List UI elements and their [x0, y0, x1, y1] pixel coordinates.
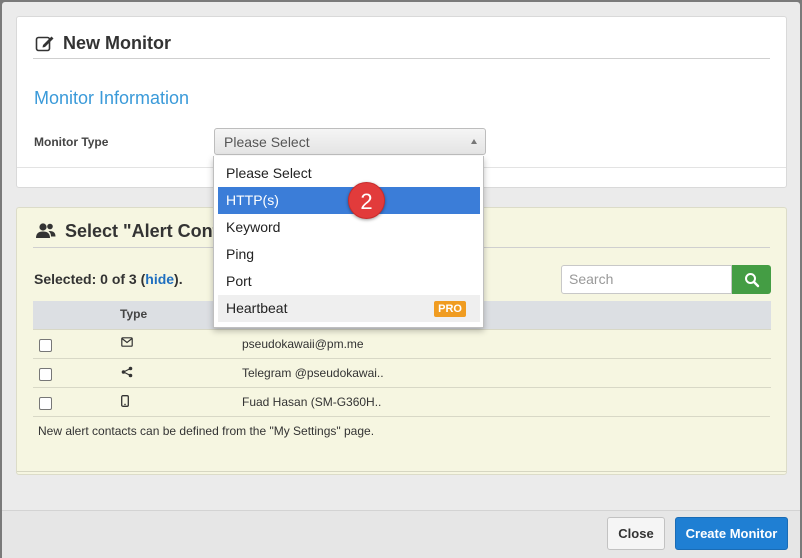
- monitor-type-label: Monitor Type: [34, 135, 109, 149]
- row-checkbox[interactable]: [39, 368, 52, 381]
- search-icon: [744, 272, 759, 287]
- pro-badge: PRO: [434, 301, 466, 317]
- table-bottom-divider: [33, 416, 770, 417]
- table-row[interactable]: Fuad Hasan (SM-G360H..: [33, 387, 771, 416]
- alerts-header: Select "Alert Cont: [35, 217, 219, 245]
- step-marker: 2: [348, 182, 385, 219]
- share-icon: [121, 366, 133, 378]
- monitor-type-dropdown[interactable]: Please Select HTTP(s) Keyword Ping Port …: [213, 156, 484, 328]
- edit-icon: [35, 36, 54, 52]
- contact-name: Fuad Hasan (SM-G360H..: [242, 395, 382, 409]
- option-heartbeat[interactable]: Heartbeat PRO: [218, 295, 480, 322]
- table-row[interactable]: Telegram @pseudokawai..: [33, 358, 771, 387]
- mobile-icon: [121, 395, 129, 407]
- option-port[interactable]: Port: [218, 268, 480, 295]
- row-checkbox[interactable]: [39, 397, 52, 410]
- search-button[interactable]: [732, 265, 771, 294]
- hide-link[interactable]: hide: [145, 271, 174, 287]
- selected-count: Selected: 0 of 3 (hide).: [34, 271, 183, 287]
- section-title: Monitor Information: [34, 88, 190, 108]
- option-keyword[interactable]: Keyword: [218, 214, 480, 241]
- contact-name: Telegram @pseudokawai..: [242, 366, 384, 380]
- card-bottom-divider: [17, 471, 786, 472]
- selected-suffix: ).: [174, 271, 183, 287]
- column-type: Type: [120, 307, 148, 321]
- modal-header: New Monitor: [35, 29, 171, 57]
- table-row[interactable]: pseudokawaii@pm.me: [33, 329, 771, 358]
- envelope-icon: [121, 337, 133, 347]
- modal-title: New Monitor: [63, 32, 171, 53]
- create-monitor-button[interactable]: Create Monitor: [675, 517, 788, 550]
- search-input[interactable]: Search: [561, 265, 732, 294]
- row-checkbox[interactable]: [39, 339, 52, 352]
- option-ping[interactable]: Ping: [218, 241, 480, 268]
- users-icon: [36, 223, 56, 238]
- monitor-type-select[interactable]: Please Select: [214, 128, 486, 155]
- option-heartbeat-label: Heartbeat: [226, 300, 288, 316]
- caret-up-icon: [471, 139, 477, 144]
- option-please-select[interactable]: Please Select: [218, 160, 480, 187]
- close-button[interactable]: Close: [607, 517, 665, 550]
- alert-contacts-note: New alert contacts can be defined from t…: [38, 424, 375, 438]
- select-value: Please Select: [224, 134, 310, 150]
- contact-name: pseudokawaii@pm.me: [242, 337, 364, 351]
- selected-prefix: Selected: 0 of 3 (: [34, 271, 146, 287]
- alerts-title: Select "Alert Cont: [65, 220, 219, 241]
- header-divider: [33, 58, 770, 59]
